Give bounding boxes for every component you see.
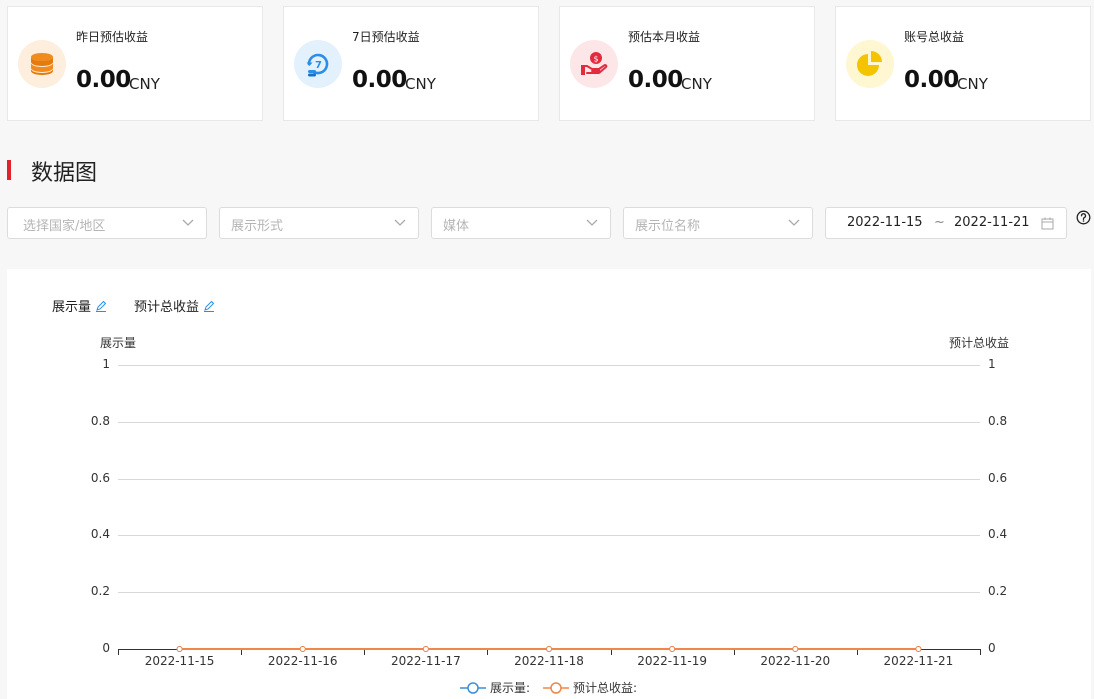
metric-label: 预计总收益 xyxy=(134,300,200,315)
legend-marker-impressions xyxy=(460,681,486,694)
grid-line xyxy=(118,478,980,480)
placement-select[interactable]: 展示位名称 xyxy=(623,207,813,239)
country-select[interactable]: 选择国家/地区 xyxy=(7,207,207,239)
y-tick-label-left: 0.2 xyxy=(90,584,110,599)
stat-label: 7日预估收益 xyxy=(352,30,420,44)
metric-selector-revenue[interactable]: 预计总收益 xyxy=(134,296,215,315)
stat-card-total: 账号总收益 0.00 CNY xyxy=(835,6,1091,121)
y-tick-label-left: 0 xyxy=(102,641,110,655)
stat-value: 0.00 xyxy=(628,67,683,93)
y-axis-title-left: 展示量 xyxy=(100,336,137,350)
y-tick-label-right: 0.8 xyxy=(988,413,1008,428)
x-tick-label: 2022-11-20 xyxy=(760,654,831,668)
stat-value: 0.00 xyxy=(76,67,131,93)
x-tick-label: 2022-11-19 xyxy=(637,654,708,668)
x-tick-mark xyxy=(610,649,612,655)
x-axis-line xyxy=(118,649,980,650)
country-select-placeholder: 选择国家/地区 xyxy=(23,219,106,234)
x-tick-mark xyxy=(118,649,119,655)
y-tick-label-right: 0 xyxy=(988,641,996,655)
chevron-down-icon xyxy=(586,219,598,226)
display-form-select[interactable]: 展示形式 xyxy=(219,207,419,239)
x-tick-mark xyxy=(364,649,366,655)
chevron-down-icon xyxy=(394,219,406,226)
x-tick-mark xyxy=(856,649,858,655)
x-tick-label: 2022-11-17 xyxy=(390,654,461,668)
section-title-accent xyxy=(7,160,11,180)
media-select[interactable]: 媒体 xyxy=(431,207,611,239)
stat-label: 账号总收益 xyxy=(904,30,965,44)
calendar-icon xyxy=(1041,217,1054,230)
help-icon[interactable] xyxy=(1076,210,1091,225)
chart-panel xyxy=(7,269,1091,699)
x-tick-mark xyxy=(733,649,735,655)
chevron-down-icon xyxy=(182,219,194,226)
grid-line xyxy=(118,535,980,537)
pie-chart-icon xyxy=(846,40,894,88)
legend-item-impressions[interactable]: 展示量: xyxy=(460,679,530,696)
stat-unit: CNY xyxy=(957,75,988,93)
money-hand-icon: $ xyxy=(570,40,618,88)
stat-label: 预估本月收益 xyxy=(628,30,701,44)
legend-label: 预计总收益: xyxy=(573,681,638,695)
edit-icon[interactable] xyxy=(95,300,107,312)
y-tick-label-right: 0.2 xyxy=(988,584,1008,599)
y-tick-label-left: 0.8 xyxy=(90,413,110,428)
metric-selector-impressions[interactable]: 展示量 xyxy=(52,296,107,315)
stat-card-7day: 7 7日预估收益 0.00 CNY xyxy=(283,6,539,121)
chevron-down-icon xyxy=(788,219,800,226)
stat-card-month: $ 预估本月收益 0.00 CNY xyxy=(559,6,815,121)
stat-unit: CNY xyxy=(129,75,160,93)
x-tick-mark xyxy=(241,649,243,655)
metric-label: 展示量 xyxy=(52,300,92,315)
x-tick-label: 2022-11-18 xyxy=(514,654,584,668)
stat-label: 昨日预估收益 xyxy=(76,30,149,44)
media-select-placeholder: 媒体 xyxy=(443,219,470,234)
y-axis-title-right: 预计总收益 xyxy=(949,336,1010,350)
x-tick-label: 2022-11-15 xyxy=(144,654,215,668)
stat-unit: CNY xyxy=(681,75,712,93)
stat-value: 0.00 xyxy=(352,67,407,93)
grid-line xyxy=(118,592,980,594)
grid-line xyxy=(118,421,980,423)
y-tick-label-right: 1 xyxy=(988,357,996,371)
seven-day-refresh-icon: 7 xyxy=(294,40,342,88)
y-tick-label-right: 0.6 xyxy=(988,470,1008,485)
stat-unit: CNY xyxy=(405,75,436,93)
date-end[interactable]: 2022-11-21 xyxy=(954,215,1030,230)
date-range-picker[interactable]: 2022-11-15 ~ 2022-11-21 xyxy=(825,207,1067,239)
legend-item-revenue[interactable]: 预计总收益: xyxy=(543,679,637,696)
coins-stack-icon xyxy=(18,40,66,88)
svg-text:$: $ xyxy=(593,55,598,64)
x-tick-mark xyxy=(980,649,981,655)
legend-label: 展示量: xyxy=(490,681,531,695)
svg-text:7: 7 xyxy=(315,60,322,71)
x-tick-label: 2022-11-21 xyxy=(883,654,954,668)
stat-card-yesterday: 昨日预估收益 0.00 CNY xyxy=(7,6,263,121)
date-separator: ~ xyxy=(934,215,945,230)
display-form-select-placeholder: 展示形式 xyxy=(231,219,284,234)
x-tick-label: 2022-11-16 xyxy=(267,654,338,668)
y-tick-label-left: 0.4 xyxy=(90,527,110,542)
edit-icon[interactable] xyxy=(203,300,215,312)
grid-line xyxy=(118,365,980,366)
y-tick-label-left: 1 xyxy=(102,357,110,371)
stat-value: 0.00 xyxy=(904,67,959,93)
legend-marker-revenue xyxy=(543,681,569,694)
date-start[interactable]: 2022-11-15 xyxy=(847,215,923,230)
placement-select-placeholder: 展示位名称 xyxy=(635,219,701,234)
y-tick-label-left: 0.6 xyxy=(90,470,110,485)
y-tick-label-right: 0.4 xyxy=(988,527,1008,542)
section-title: 数据图 xyxy=(31,161,98,186)
x-tick-mark xyxy=(487,649,489,655)
